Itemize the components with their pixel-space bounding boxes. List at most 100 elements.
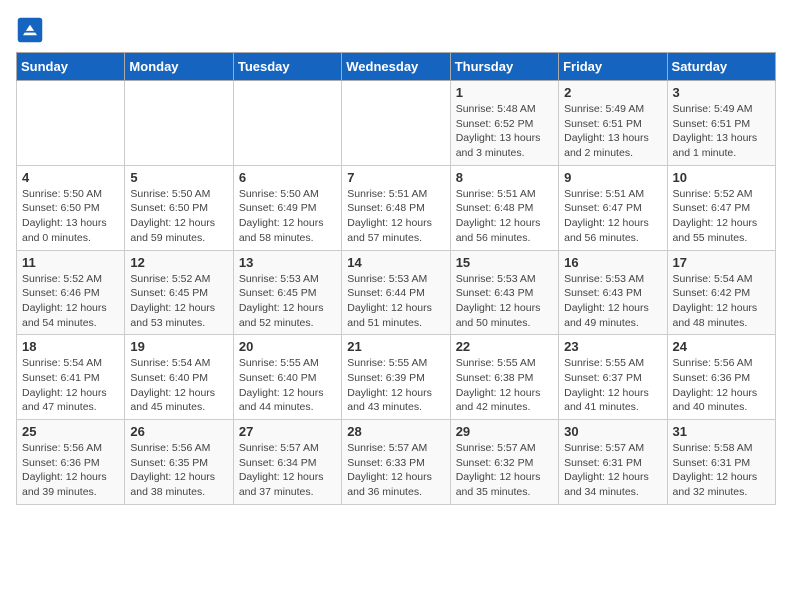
calendar-day-cell: 10 Sunrise: 5:52 AM Sunset: 6:47 PM Dayli… (667, 165, 775, 250)
day-number: 30 (564, 424, 661, 439)
weekday-header: Friday (559, 53, 667, 81)
day-info: Sunrise: 5:49 AM Sunset: 6:51 PM Dayligh… (564, 102, 661, 161)
day-info: Sunrise: 5:50 AM Sunset: 6:49 PM Dayligh… (239, 187, 336, 246)
day-info: Sunrise: 5:55 AM Sunset: 6:39 PM Dayligh… (347, 356, 444, 415)
calendar-day-cell: 22 Sunrise: 5:55 AM Sunset: 6:38 PM Dayli… (450, 335, 558, 420)
day-info: Sunrise: 5:51 AM Sunset: 6:48 PM Dayligh… (347, 187, 444, 246)
calendar-day-cell: 21 Sunrise: 5:55 AM Sunset: 6:39 PM Dayli… (342, 335, 450, 420)
calendar-day-cell: 7Sunrise: 5:51 AM Sunset: 6:48 PM Daylig… (342, 165, 450, 250)
day-info: Sunrise: 5:54 AM Sunset: 6:41 PM Dayligh… (22, 356, 119, 415)
calendar-day-cell: 26 Sunrise: 5:56 AM Sunset: 6:35 PM Dayli… (125, 420, 233, 505)
day-number: 18 (22, 339, 119, 354)
day-number: 16 (564, 255, 661, 270)
day-info: Sunrise: 5:53 AM Sunset: 6:43 PM Dayligh… (564, 272, 661, 331)
day-info: Sunrise: 5:55 AM Sunset: 6:40 PM Dayligh… (239, 356, 336, 415)
weekday-header: Wednesday (342, 53, 450, 81)
calendar-day-cell: 6 Sunrise: 5:50 AM Sunset: 6:49 PM Daylig… (233, 165, 341, 250)
day-number: 4 (22, 170, 119, 185)
weekday-header: Sunday (17, 53, 125, 81)
day-info: Sunrise: 5:50 AM Sunset: 6:50 PM Dayligh… (22, 187, 119, 246)
day-info: Sunrise: 5:52 AM Sunset: 6:45 PM Dayligh… (130, 272, 227, 331)
day-info: Sunrise: 5:53 AM Sunset: 6:45 PM Dayligh… (239, 272, 336, 331)
calendar-day-cell: 31 Sunrise: 5:58 AM Sunset: 6:31 PM Dayli… (667, 420, 775, 505)
calendar-day-cell: 15Sunrise: 5:53 AM Sunset: 6:43 PM Dayli… (450, 250, 558, 335)
day-number: 21 (347, 339, 444, 354)
calendar-day-cell: 24 Sunrise: 5:56 AM Sunset: 6:36 PM Dayli… (667, 335, 775, 420)
day-info: Sunrise: 5:55 AM Sunset: 6:37 PM Dayligh… (564, 356, 661, 415)
day-number: 10 (673, 170, 770, 185)
day-number: 20 (239, 339, 336, 354)
day-number: 28 (347, 424, 444, 439)
day-info: Sunrise: 5:56 AM Sunset: 6:36 PM Dayligh… (22, 441, 119, 500)
calendar-day-cell: 17Sunrise: 5:54 AM Sunset: 6:42 PM Dayli… (667, 250, 775, 335)
calendar-table: SundayMondayTuesdayWednesdayThursdayFrid… (16, 52, 776, 505)
day-number: 27 (239, 424, 336, 439)
day-number: 1 (456, 85, 553, 100)
day-info: Sunrise: 5:57 AM Sunset: 6:32 PM Dayligh… (456, 441, 553, 500)
calendar-day-cell: 1 Sunrise: 5:48 AM Sunset: 6:52 PM Daylig… (450, 81, 558, 166)
day-number: 9 (564, 170, 661, 185)
calendar-week-row: 4 Sunrise: 5:50 AM Sunset: 6:50 PM Daylig… (17, 165, 776, 250)
calendar-day-cell: 13 Sunrise: 5:53 AM Sunset: 6:45 PM Dayli… (233, 250, 341, 335)
day-number: 11 (22, 255, 119, 270)
day-number: 31 (673, 424, 770, 439)
calendar-week-row: 18 Sunrise: 5:54 AM Sunset: 6:41 PM Dayli… (17, 335, 776, 420)
weekday-header: Saturday (667, 53, 775, 81)
day-info: Sunrise: 5:48 AM Sunset: 6:52 PM Dayligh… (456, 102, 553, 161)
day-info: Sunrise: 5:56 AM Sunset: 6:35 PM Dayligh… (130, 441, 227, 500)
day-info: Sunrise: 5:57 AM Sunset: 6:33 PM Dayligh… (347, 441, 444, 500)
logo-icon (16, 16, 44, 44)
day-number: 2 (564, 85, 661, 100)
day-info: Sunrise: 5:58 AM Sunset: 6:31 PM Dayligh… (673, 441, 770, 500)
day-info: Sunrise: 5:51 AM Sunset: 6:47 PM Dayligh… (564, 187, 661, 246)
day-number: 13 (239, 255, 336, 270)
day-info: Sunrise: 5:56 AM Sunset: 6:36 PM Dayligh… (673, 356, 770, 415)
weekday-header: Monday (125, 53, 233, 81)
page-header (16, 16, 776, 44)
calendar-day-cell: 11 Sunrise: 5:52 AM Sunset: 6:46 PM Dayli… (17, 250, 125, 335)
calendar-day-cell: 19 Sunrise: 5:54 AM Sunset: 6:40 PM Dayli… (125, 335, 233, 420)
calendar-day-cell: 5Sunrise: 5:50 AM Sunset: 6:50 PM Daylig… (125, 165, 233, 250)
calendar-day-cell: 28 Sunrise: 5:57 AM Sunset: 6:33 PM Dayli… (342, 420, 450, 505)
day-info: Sunrise: 5:52 AM Sunset: 6:47 PM Dayligh… (673, 187, 770, 246)
calendar-week-row: 11 Sunrise: 5:52 AM Sunset: 6:46 PM Dayli… (17, 250, 776, 335)
weekday-header: Tuesday (233, 53, 341, 81)
calendar-day-cell (342, 81, 450, 166)
calendar-day-cell: 29Sunrise: 5:57 AM Sunset: 6:32 PM Dayli… (450, 420, 558, 505)
calendar-day-cell: 25Sunrise: 5:56 AM Sunset: 6:36 PM Dayli… (17, 420, 125, 505)
calendar-day-cell: 27 Sunrise: 5:57 AM Sunset: 6:34 PM Dayli… (233, 420, 341, 505)
calendar-day-cell (125, 81, 233, 166)
day-number: 19 (130, 339, 227, 354)
calendar-day-cell: 30 Sunrise: 5:57 AM Sunset: 6:31 PM Dayli… (559, 420, 667, 505)
calendar-day-cell: 2 Sunrise: 5:49 AM Sunset: 6:51 PM Daylig… (559, 81, 667, 166)
calendar-week-row: 25Sunrise: 5:56 AM Sunset: 6:36 PM Dayli… (17, 420, 776, 505)
calendar-day-cell: 16 Sunrise: 5:53 AM Sunset: 6:43 PM Dayli… (559, 250, 667, 335)
day-info: Sunrise: 5:55 AM Sunset: 6:38 PM Dayligh… (456, 356, 553, 415)
day-number: 17 (673, 255, 770, 270)
day-info: Sunrise: 5:50 AM Sunset: 6:50 PM Dayligh… (130, 187, 227, 246)
logo (16, 16, 48, 44)
day-number: 6 (239, 170, 336, 185)
day-info: Sunrise: 5:51 AM Sunset: 6:48 PM Dayligh… (456, 187, 553, 246)
day-number: 22 (456, 339, 553, 354)
day-number: 15 (456, 255, 553, 270)
calendar-day-cell: 23Sunrise: 5:55 AM Sunset: 6:37 PM Dayli… (559, 335, 667, 420)
day-number: 14 (347, 255, 444, 270)
day-info: Sunrise: 5:54 AM Sunset: 6:40 PM Dayligh… (130, 356, 227, 415)
weekday-header-row: SundayMondayTuesdayWednesdayThursdayFrid… (17, 53, 776, 81)
calendar-day-cell (233, 81, 341, 166)
day-number: 3 (673, 85, 770, 100)
calendar-day-cell: 4 Sunrise: 5:50 AM Sunset: 6:50 PM Daylig… (17, 165, 125, 250)
day-number: 24 (673, 339, 770, 354)
day-info: Sunrise: 5:57 AM Sunset: 6:31 PM Dayligh… (564, 441, 661, 500)
calendar-day-cell: 18 Sunrise: 5:54 AM Sunset: 6:41 PM Dayli… (17, 335, 125, 420)
day-info: Sunrise: 5:57 AM Sunset: 6:34 PM Dayligh… (239, 441, 336, 500)
calendar-day-cell (17, 81, 125, 166)
calendar-day-cell: 14 Sunrise: 5:53 AM Sunset: 6:44 PM Dayli… (342, 250, 450, 335)
day-number: 8 (456, 170, 553, 185)
calendar-day-cell: 20 Sunrise: 5:55 AM Sunset: 6:40 PM Dayli… (233, 335, 341, 420)
day-info: Sunrise: 5:53 AM Sunset: 6:44 PM Dayligh… (347, 272, 444, 331)
day-number: 26 (130, 424, 227, 439)
day-info: Sunrise: 5:52 AM Sunset: 6:46 PM Dayligh… (22, 272, 119, 331)
weekday-header: Thursday (450, 53, 558, 81)
